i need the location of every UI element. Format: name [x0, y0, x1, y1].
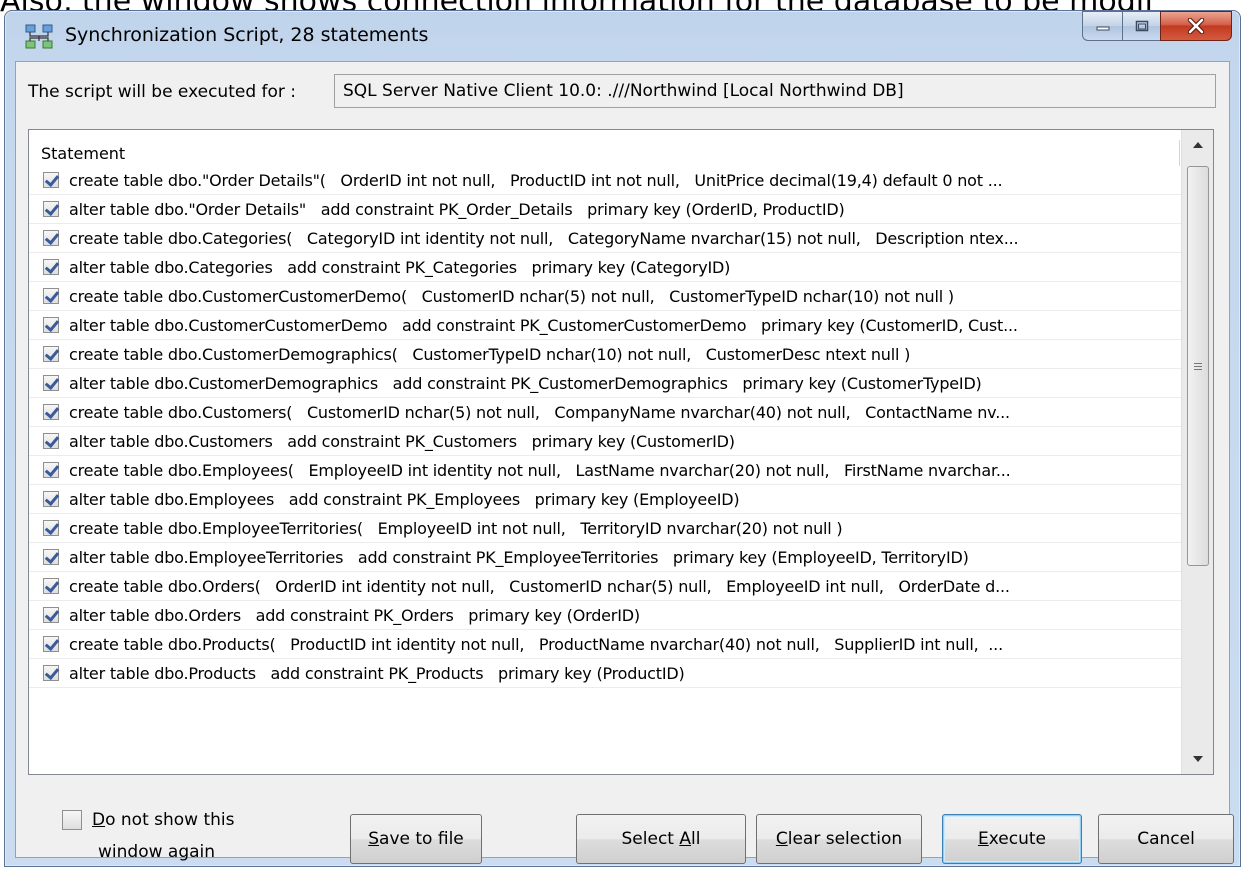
statement-row[interactable]: create table dbo.Customers( CustomerID n… [29, 398, 1181, 427]
database-sync-icon [25, 24, 53, 49]
select-all-accel: A [679, 829, 692, 849]
maximize-button[interactable] [1122, 11, 1160, 41]
cancel-button[interactable]: Cancel [1098, 814, 1234, 864]
statement-row[interactable]: create table dbo.Employees( EmployeeID i… [29, 456, 1181, 485]
statement-text: create table dbo.Employees( EmployeeID i… [69, 460, 1011, 480]
statement-checkbox[interactable] [43, 491, 59, 507]
select-all-label-pre: Select [621, 829, 680, 849]
statement-row[interactable]: create table dbo.CustomerCustomerDemo( C… [29, 282, 1181, 311]
statement-text: create table dbo.Orders( OrderID int ide… [69, 576, 1010, 596]
statement-checkbox[interactable] [43, 201, 59, 217]
statement-checkbox[interactable] [43, 317, 59, 333]
statement-text: create table dbo.CustomerCustomerDemo( C… [69, 286, 954, 306]
statement-row[interactable]: create table dbo.Orders( OrderID int ide… [29, 572, 1181, 601]
close-button[interactable] [1160, 11, 1232, 41]
statement-text: create table dbo.Products( ProductID int… [69, 634, 1003, 654]
select-all-label-post: ll [691, 829, 701, 849]
statement-text: create table dbo.CustomerDemographics( C… [69, 344, 911, 364]
close-icon [1187, 18, 1205, 34]
window-title: Synchronization Script, 28 statements [65, 24, 429, 46]
statement-text: alter table dbo.EmployeeTerritories add … [69, 547, 969, 567]
clear-selection-button[interactable]: Clear selection [756, 814, 922, 864]
do-not-show-checkbox[interactable] [62, 810, 82, 830]
do-not-show-label[interactable]: Do not show this window again [92, 804, 282, 868]
statement-row[interactable]: alter table dbo.Employees add constraint… [29, 485, 1181, 514]
statement-checkbox[interactable] [43, 665, 59, 681]
execution-target-label: The script will be executed for : [28, 82, 297, 102]
select-all-button[interactable]: Select All [576, 814, 746, 864]
statement-row[interactable]: create table dbo.EmployeeTerritories( Em… [29, 514, 1181, 543]
statement-row[interactable]: create table dbo.CustomerDemographics( C… [29, 340, 1181, 369]
statement-row[interactable]: alter table dbo.CustomerDemographics add… [29, 369, 1181, 398]
statement-row[interactable]: alter table dbo.Customers add constraint… [29, 427, 1181, 456]
statement-checkbox[interactable] [43, 549, 59, 565]
statement-text: create table dbo.Categories( CategoryID … [69, 228, 1019, 248]
statement-checkbox[interactable] [43, 636, 59, 652]
statement-text: alter table dbo.Categories add constrain… [69, 257, 731, 277]
statement-checkbox[interactable] [43, 375, 59, 391]
statement-checkbox[interactable] [43, 259, 59, 275]
statement-row[interactable]: alter table dbo."Order Details" add cons… [29, 195, 1181, 224]
statement-text: alter table dbo.CustomerDemographics add… [69, 373, 982, 393]
execute-accel: E [978, 829, 989, 849]
statement-text: alter table dbo.Products add constraint … [69, 663, 685, 683]
maximize-icon [1135, 20, 1148, 32]
save-to-file-button[interactable]: Save to file [350, 814, 482, 864]
statement-column-header[interactable]: Statement [29, 130, 1181, 166]
statement-checkbox[interactable] [43, 404, 59, 420]
statement-row[interactable]: create table dbo.Products( ProductID int… [29, 630, 1181, 659]
statement-row[interactable]: alter table dbo.EmployeeTerritories add … [29, 543, 1181, 572]
execute-button[interactable]: Execute [942, 814, 1082, 864]
minimize-icon [1096, 26, 1109, 31]
statement-checkbox[interactable] [43, 607, 59, 623]
statement-row[interactable]: create table dbo."Order Details"( OrderI… [29, 166, 1181, 195]
statement-checkbox[interactable] [43, 288, 59, 304]
save-accel: S [368, 829, 380, 849]
statement-text: alter table dbo.Customers add constraint… [69, 431, 735, 451]
execute-label: xecute [988, 829, 1046, 849]
header-divider [1179, 140, 1180, 166]
clear-accel: C [775, 829, 788, 849]
statement-row[interactable]: alter table dbo.Categories add constrain… [29, 253, 1181, 282]
dialog-client-area: The script will be executed for : SQL Se… [15, 61, 1234, 864]
statement-row[interactable]: alter table dbo.Products add constraint … [29, 659, 1181, 688]
statement-list[interactable]: Statement create table dbo."Order Detail… [28, 129, 1214, 775]
statement-checkbox[interactable] [43, 230, 59, 246]
statement-text: create table dbo."Order Details"( OrderI… [69, 170, 1003, 190]
scroll-down-arrow-icon [1192, 756, 1203, 762]
statement-checkbox[interactable] [43, 172, 59, 188]
statement-text: alter table dbo."Order Details" add cons… [69, 199, 845, 219]
title-bar[interactable]: Synchronization Script, 28 statements [5, 11, 1240, 61]
scroll-down-button[interactable] [1182, 744, 1213, 774]
do-not-show-label-line1: o not show this [105, 810, 235, 830]
statement-checkbox[interactable] [43, 578, 59, 594]
scroll-up-arrow-icon [1192, 142, 1203, 148]
statement-rows: create table dbo."Order Details"( OrderI… [29, 166, 1181, 688]
statement-row[interactable]: alter table dbo.Orders add constraint PK… [29, 601, 1181, 630]
scroll-up-button[interactable] [1182, 130, 1213, 160]
statement-checkbox[interactable] [43, 433, 59, 449]
caption-buttons [1082, 11, 1232, 41]
statement-text: alter table dbo.CustomerCustomerDemo add… [69, 315, 1018, 335]
statement-checkbox[interactable] [43, 346, 59, 362]
statement-checkbox[interactable] [43, 520, 59, 536]
statement-text: alter table dbo.Employees add constraint… [69, 489, 740, 509]
minimize-button[interactable] [1082, 11, 1122, 41]
do-not-show-label-accel: D [92, 810, 106, 830]
vertical-scrollbar[interactable] [1181, 130, 1213, 774]
save-label: ave to file [379, 829, 464, 849]
statement-text: create table dbo.Customers( CustomerID n… [69, 402, 1010, 422]
do-not-show-label-line2: window again [98, 842, 216, 862]
execution-target-field[interactable]: SQL Server Native Client 10.0: .///North… [334, 74, 1216, 108]
statement-text: create table dbo.EmployeeTerritories( Em… [69, 518, 843, 538]
grip-icon [1194, 362, 1202, 370]
clear-label: lear selection [787, 829, 903, 849]
statement-row[interactable]: alter table dbo.CustomerCustomerDemo add… [29, 311, 1181, 340]
statement-row[interactable]: create table dbo.Categories( CategoryID … [29, 224, 1181, 253]
scrollbar-thumb[interactable] [1187, 166, 1209, 566]
statement-text: alter table dbo.Orders add constraint PK… [69, 605, 640, 625]
statement-checkbox[interactable] [43, 462, 59, 478]
sync-script-dialog: Synchronization Script, 28 statements Th… [4, 10, 1241, 867]
